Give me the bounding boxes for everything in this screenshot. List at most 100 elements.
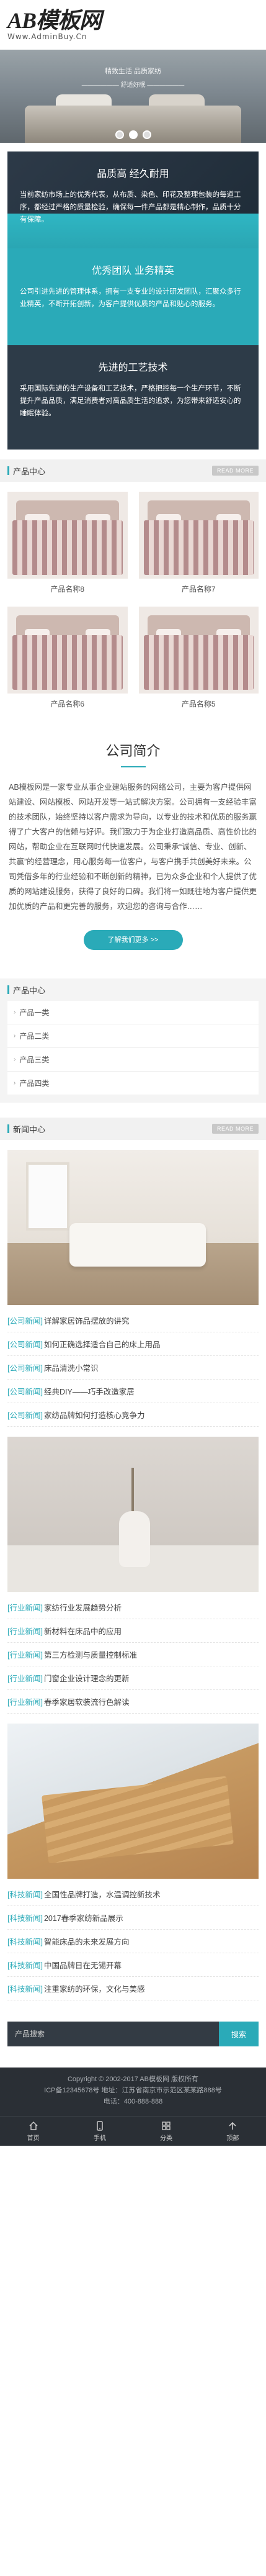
news-item[interactable]: [行业新闻] 新材料在床品中的应用 — [7, 1619, 259, 1643]
news-item[interactable]: [公司新闻] 如何正确选择适合自己的床上用品 — [7, 1332, 259, 1356]
nav-home[interactable]: 首页 — [0, 2117, 66, 2146]
nav-top[interactable]: 顶部 — [200, 2117, 266, 2146]
feature-title: 品质高 经久耐用 — [97, 169, 169, 179]
chevron-right-icon: › — [14, 1009, 16, 1016]
category-item[interactable]: › 产品一类 — [7, 1001, 259, 1024]
vase-graphic — [119, 1511, 150, 1567]
feature-panels: 品质高 经久耐用 当前家纺市场上的优秀代表，从布质、染色、印花及整理包装的每道工… — [7, 151, 259, 450]
news-item[interactable]: [科技新闻] 注重家纺的环保，文化与美感 — [7, 1977, 259, 2000]
chevron-right-icon: › — [14, 1056, 16, 1063]
wood-board-graphic — [42, 1776, 234, 1864]
news-item[interactable]: [科技新闻] 中国品牌日在无锡开幕 — [7, 1953, 259, 1977]
news-title: 第三方检测与质量控制标准 — [43, 1651, 137, 1660]
banner-dot[interactable] — [115, 130, 124, 139]
product-name: 产品名称8 — [50, 585, 85, 594]
news-title: 新材料在床品中的应用 — [43, 1627, 122, 1636]
nav-label: 手机 — [93, 2135, 106, 2142]
product-card[interactable]: 产品名称5 — [138, 607, 259, 712]
news-tag: [公司新闻] — [7, 1340, 43, 1349]
products-more-button[interactable]: READ MORE — [211, 466, 259, 476]
sofa-graphic — [69, 1223, 206, 1267]
news-item[interactable]: [科技新闻] 智能床品的未来发展方向 — [7, 1930, 259, 1953]
news-item[interactable]: [公司新闻] 详解家居饰品摆放的讲究 — [7, 1309, 259, 1332]
learn-more-button[interactable]: 了解我们更多 >> — [83, 930, 183, 950]
banner-dot-active[interactable] — [128, 130, 138, 139]
news-tag: [行业新闻] — [7, 1627, 43, 1636]
section-title: 产品中心 — [7, 465, 45, 477]
news-title: 全国性品牌打造，水温调控新技术 — [43, 1891, 161, 1899]
banner-pagination — [0, 130, 266, 139]
site-logo[interactable]: AB模板网 Www.AdminBuy.Cn — [7, 8, 102, 41]
search-input[interactable] — [7, 2022, 219, 2046]
company-title: 公司简介 — [105, 743, 161, 759]
search-button[interactable]: 搜索 — [219, 2022, 259, 2046]
news-item[interactable]: [公司新闻] 家纺品牌如何打造核心竞争力 — [7, 1403, 259, 1427]
bedspread-graphic — [12, 635, 123, 690]
news-title: 智能床品的未来发展方向 — [43, 1938, 130, 1946]
banner-line-1: 精致生活 品质家纺 — [104, 68, 162, 75]
logo-text: AB模板网 — [7, 8, 102, 33]
news-item[interactable]: [行业新闻] 第三方检测与质量控制标准 — [7, 1643, 259, 1666]
news-tag: [行业新闻] — [7, 1651, 43, 1660]
news-more-button[interactable]: READ MORE — [211, 1124, 259, 1134]
feature-team: 优秀团队 业务精英 公司引进先进的管理体系，拥有一支专业的设计研发团队，汇聚众多… — [7, 248, 259, 345]
category-label: 产品二类 — [19, 1032, 50, 1041]
category-label: 产品四类 — [19, 1079, 50, 1088]
news-item[interactable]: [公司新闻] 经典DIY——巧手改造家居 — [7, 1380, 259, 1403]
feature-technology: 先进的工艺技术 采用国际先进的生产设备和工艺技术，严格把控每一个生产环节，不断提… — [7, 345, 259, 450]
news-image-sofa[interactable] — [7, 1150, 259, 1305]
news-list: [行业新闻] 家纺行业发展趋势分析 [行业新闻] 新材料在床品中的应用 [行业新闻]… — [0, 1592, 266, 1714]
company-intro: 公司简介 AB模板网是一家专业从事企业建站服务的网络公司，主要为客户提供网站建设… — [0, 712, 266, 950]
section-title: 新闻中心 — [7, 1123, 45, 1135]
product-name: 产品名称5 — [181, 700, 216, 708]
banner-dot[interactable] — [142, 130, 151, 139]
feature-quality: 品质高 经久耐用 当前家纺市场上的优秀代表，从布质、染色、印花及整理包装的每道工… — [7, 151, 259, 248]
footer-copyright: Copyright © 2002-2017 AB模板网 版权所有 — [67, 2076, 199, 2083]
product-card[interactable]: 产品名称8 — [7, 492, 128, 597]
news-tag: [科技新闻] — [7, 1938, 43, 1946]
news-tag: [科技新闻] — [7, 1914, 43, 1923]
news-title: 经典DIY——巧手改造家居 — [43, 1388, 135, 1396]
feature-text: 当前家纺市场上的优秀代表，从布质、染色、印花及整理包装的每道工序，都经过严格的质… — [20, 191, 241, 224]
nav-label: 首页 — [27, 2135, 40, 2142]
news-section-header: 新闻中心 READ MORE — [0, 1118, 266, 1140]
news-title: 如何正确选择适合自己的床上用品 — [43, 1340, 161, 1349]
category-item[interactable]: › 产品四类 — [7, 1072, 259, 1095]
product-card[interactable]: 产品名称7 — [138, 492, 259, 597]
news-tag: [公司新闻] — [7, 1317, 43, 1326]
news-item[interactable]: [科技新闻] 2017春季家纺新品展示 — [7, 1906, 259, 1930]
news-item[interactable]: [公司新闻] 床品清洗小常识 — [7, 1356, 259, 1380]
home-icon — [29, 2121, 38, 2130]
feature-title: 优秀团队 业务精英 — [92, 266, 174, 276]
hero-banner[interactable]: 精致生活 品质家纺 —————— 舒适好眠 —————— — [0, 50, 266, 143]
news-title: 春季家居软装流行色解读 — [43, 1698, 130, 1707]
footer-phone: 电话：400-888-888 — [103, 2098, 163, 2105]
category-label: 产品三类 — [19, 1055, 50, 1064]
category-item[interactable]: › 产品二类 — [7, 1024, 259, 1048]
category-item[interactable]: › 产品三类 — [7, 1048, 259, 1072]
bedspread-graphic — [143, 635, 254, 690]
news-tag: [科技新闻] — [7, 1891, 43, 1899]
phone-icon — [97, 2120, 103, 2131]
news-item[interactable]: [行业新闻] 家纺行业发展趋势分析 — [7, 1596, 259, 1619]
news-list: [公司新闻] 详解家居饰品摆放的讲究 [公司新闻] 如何正确选择适合自己的床上用品 … — [0, 1305, 266, 1427]
feature-text: 采用国际先进的生产设备和工艺技术，严格把控每一个生产环节，不断提升产品品质，满足… — [20, 385, 241, 417]
chevron-right-icon: › — [14, 1080, 16, 1087]
company-text: AB模板网是一家专业从事企业建站服务的网络公司，主要为客户提供网站建设、网站模板… — [9, 783, 257, 911]
product-card[interactable]: 产品名称6 — [7, 607, 128, 712]
news-image-wood[interactable] — [7, 1724, 259, 1879]
branch-graphic — [131, 1468, 134, 1517]
feature-title: 先进的工艺技术 — [98, 363, 168, 373]
news-item[interactable]: [行业新闻] 春季家居软装流行色解读 — [7, 1690, 259, 1714]
news-image-vase[interactable] — [7, 1437, 259, 1592]
news-item[interactable]: [行业新闻] 门窗企业设计理念的更新 — [7, 1666, 259, 1690]
feature-text: 公司引进先进的管理体系，拥有一支专业的设计研发团队，汇聚众多行业精英，不断开拓创… — [20, 288, 241, 308]
news-item[interactable]: [科技新闻] 全国性品牌打造，水温调控新技术 — [7, 1882, 259, 1906]
footer-address: ICP备12345678号 地址：江苏省南京市示范区某某路888号 — [44, 2087, 222, 2094]
bottom-nav: 首页 手机 分类 顶部 — [0, 2116, 266, 2146]
nav-phone[interactable]: 手机 — [66, 2117, 133, 2146]
nav-category[interactable]: 分类 — [133, 2117, 200, 2146]
news-list: [科技新闻] 全国性品牌打造，水温调控新技术 [科技新闻] 2017春季家纺新品展示… — [0, 1879, 266, 2000]
arrow-up-icon — [229, 2122, 236, 2130]
news-title: 床品清洗小常识 — [43, 1364, 99, 1373]
